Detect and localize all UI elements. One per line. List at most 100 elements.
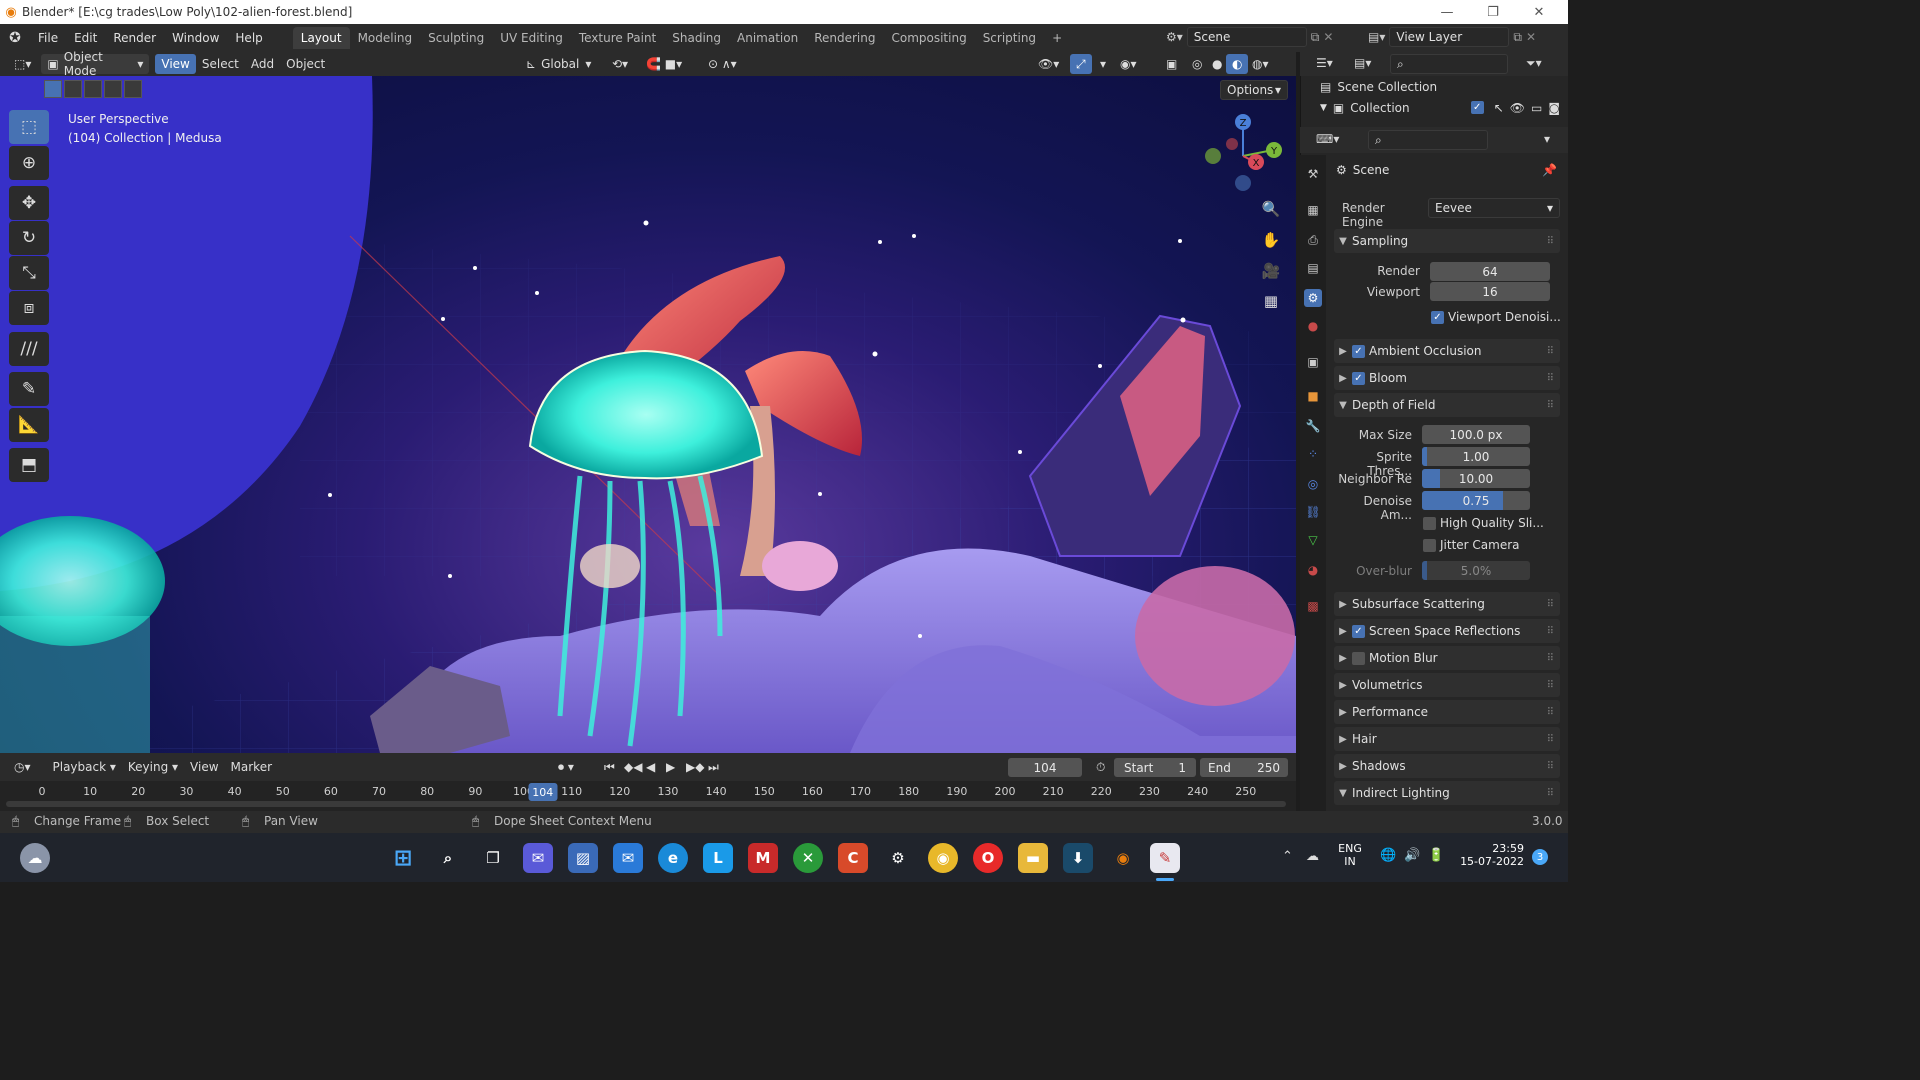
transform-orientation[interactable]: ⊾ Global ▾ (520, 54, 597, 74)
particles-tab-icon[interactable]: ⁘ (1304, 445, 1322, 463)
menu-select[interactable]: Select (196, 54, 245, 74)
render-samples-field[interactable]: 64 (1430, 262, 1550, 281)
motion-blur-checkbox[interactable] (1352, 651, 1365, 665)
timeline-scrollbar[interactable] (6, 801, 1286, 807)
scale-icon[interactable]: ⤡ (9, 256, 49, 290)
selectable-icon[interactable]: ↖ (1494, 101, 1504, 115)
tab-sculpting[interactable]: Sculpting (420, 27, 492, 49)
mode-selector[interactable]: ▣ Object Mode ▾ (41, 50, 150, 78)
file-explorer-icon[interactable]: ▬ (1018, 843, 1048, 873)
menu-add[interactable]: Add (245, 54, 280, 74)
delete-view-layer-icon[interactable]: ✕ (1526, 30, 1536, 44)
menu-file[interactable]: File (30, 27, 66, 49)
tab-uv-editing[interactable]: UV Editing (492, 27, 571, 49)
select-new-icon[interactable] (44, 80, 62, 98)
view-layer-tab-icon[interactable]: ▤ (1304, 259, 1322, 277)
windows-start-icon[interactable]: ⊞ (388, 843, 418, 873)
render-engine-select[interactable]: Eevee ▾ (1428, 198, 1560, 218)
annotate-pen-icon[interactable]: ✎ (9, 372, 49, 406)
menu-render[interactable]: Render (105, 27, 164, 49)
output-tab-icon[interactable]: ⎙ (1304, 231, 1322, 249)
ambient-occlusion-checkbox[interactable]: ✓ (1352, 344, 1365, 358)
object-tab-icon[interactable]: ■ (1304, 387, 1322, 405)
max-size-field[interactable]: 100.0 px (1422, 425, 1530, 444)
render-camera-icon[interactable]: ◙ (1548, 101, 1560, 115)
start-frame-field[interactable]: Start 1 (1114, 758, 1196, 777)
playhead[interactable]: 104 (528, 783, 558, 801)
constraints-tab-icon[interactable]: ⛓ (1304, 503, 1322, 521)
timeline-editor-type-icon[interactable]: ◷▾ (8, 757, 37, 777)
3d-viewport[interactable]: User Perspective (104) Collection | Medu… (0, 76, 1296, 753)
teams-chat-icon[interactable]: ✉ (523, 843, 553, 873)
menu-edit[interactable]: Edit (66, 27, 105, 49)
gizmo-toggle-icon[interactable]: ⤢ (1070, 54, 1092, 74)
delete-scene-icon[interactable]: ✕ (1323, 30, 1333, 44)
minimize-icon[interactable]: — (1424, 0, 1470, 24)
menu-marker[interactable]: Marker (225, 757, 278, 777)
current-frame-field[interactable]: 104 (1008, 758, 1082, 777)
tray-chevron-icon[interactable]: ⌃ (1282, 849, 1293, 864)
rendered-shading-icon[interactable]: ◍▾ (1246, 54, 1275, 74)
select-invert-icon[interactable] (104, 80, 122, 98)
data-tab-icon[interactable]: ▽ (1304, 531, 1322, 549)
performance-panel[interactable]: ▶ Performance ⠿ (1334, 700, 1560, 724)
collection-tab-icon[interactable]: ▣ (1304, 353, 1322, 371)
mcafee-icon[interactable]: M (748, 843, 778, 873)
move-icon[interactable]: ✥ (9, 186, 49, 220)
indirect-lighting-panel[interactable]: ▼ Indirect Lighting ⠿ (1334, 781, 1560, 805)
sprite-threshold-field[interactable]: 1.00 (1422, 447, 1530, 466)
transform-icon[interactable]: ⧈ (9, 291, 49, 325)
tab-rendering[interactable]: Rendering (806, 27, 883, 49)
eye-icon[interactable]: 👁 (1510, 101, 1525, 115)
app-l-icon[interactable]: L (703, 843, 733, 873)
snap-icon[interactable]: 🧲 ■▾ (640, 54, 688, 74)
properties-search-input[interactable]: ⌕ (1368, 130, 1488, 150)
options-button[interactable]: Options ▾ (1220, 80, 1288, 100)
weather-icon[interactable]: ☁ (20, 843, 50, 873)
xray-icon[interactable]: ▣ (1160, 54, 1183, 74)
world-tab-icon[interactable]: ● (1304, 317, 1322, 335)
restore-icon[interactable]: ❐ (1470, 0, 1516, 24)
select-extend-icon[interactable] (64, 80, 82, 98)
menu-timeline-view[interactable]: View (184, 757, 224, 777)
new-view-layer-icon[interactable]: ⧉ (1513, 30, 1522, 45)
scene-icon[interactable]: ⚙▾ (1166, 30, 1183, 44)
scene-tab-icon[interactable]: ⚙ (1304, 289, 1322, 307)
tray-network-icon[interactable]: ☁ (1306, 849, 1319, 864)
outliner-item-scene-collection[interactable]: ▤ Scene Collection (1320, 80, 1437, 94)
search-icon[interactable]: ⌕ (433, 843, 463, 873)
tab-shading[interactable]: Shading (664, 27, 729, 49)
denoise-amount-field[interactable]: 0.75 (1422, 491, 1530, 510)
battery-icon[interactable]: 🔋 (1428, 848, 1444, 863)
depth-of-field-panel-header[interactable]: ▼ Depth of Field ⠿ (1334, 393, 1560, 417)
settings-gear-icon[interactable]: ⚙ (883, 843, 913, 873)
properties-type-icon[interactable]: ⌨▾ (1316, 132, 1339, 146)
jump-end-icon[interactable]: ⏭ (702, 757, 725, 777)
viewport-denoise-checkbox[interactable]: ✓ Viewport Denoisi... (1431, 310, 1561, 324)
add-workspace-icon[interactable]: + (1044, 27, 1070, 49)
gizmo-menu-icon[interactable]: ▾ (1094, 54, 1112, 74)
monitor-icon[interactable]: ▭ (1531, 101, 1542, 115)
expand-chevron-icon[interactable]: ▼ (1320, 103, 1327, 113)
ambient-occlusion-panel[interactable]: ▶ ✓ Ambient Occlusion ⠿ (1334, 339, 1560, 363)
scene-selector[interactable]: Scene (1186, 27, 1307, 47)
preview-range-icon[interactable]: ⏱ (1090, 757, 1111, 777)
view-layer-selector[interactable]: View Layer (1389, 27, 1510, 47)
photos-icon[interactable]: ▨ (568, 843, 598, 873)
office-app-icon[interactable]: C (838, 843, 868, 873)
ssr-checkbox[interactable]: ✓ (1352, 624, 1365, 638)
tab-layout[interactable]: Layout (292, 27, 350, 49)
add-cube-icon[interactable]: ⬒ (9, 448, 49, 482)
new-scene-icon[interactable]: ⧉ (1311, 30, 1320, 45)
xbox-icon[interactable]: ✕ (793, 843, 823, 873)
material-tab-icon[interactable]: ◕ (1304, 561, 1322, 579)
volumetrics-panel[interactable]: ▶ Volumetrics ⠿ (1334, 673, 1560, 697)
navigation-gizmo[interactable]: Z Y X (1200, 114, 1290, 194)
outliner-item-collection[interactable]: ▼ ▣ Collection ✓ ↖ 👁 ▭ ◙ (1320, 101, 1560, 115)
motion-blur-panel[interactable]: ▶ Motion Blur ⠿ (1334, 646, 1560, 670)
modifier-tab-icon[interactable]: 🔧 (1304, 417, 1322, 435)
screen-space-reflections-panel[interactable]: ▶ ✓ Screen Space Reflections ⠿ (1334, 619, 1560, 643)
notification-badge[interactable]: 3 (1532, 849, 1548, 865)
properties-options-icon[interactable]: ▾ (1544, 132, 1550, 146)
blender-taskbar-icon[interactable]: ◉ (1108, 843, 1138, 873)
